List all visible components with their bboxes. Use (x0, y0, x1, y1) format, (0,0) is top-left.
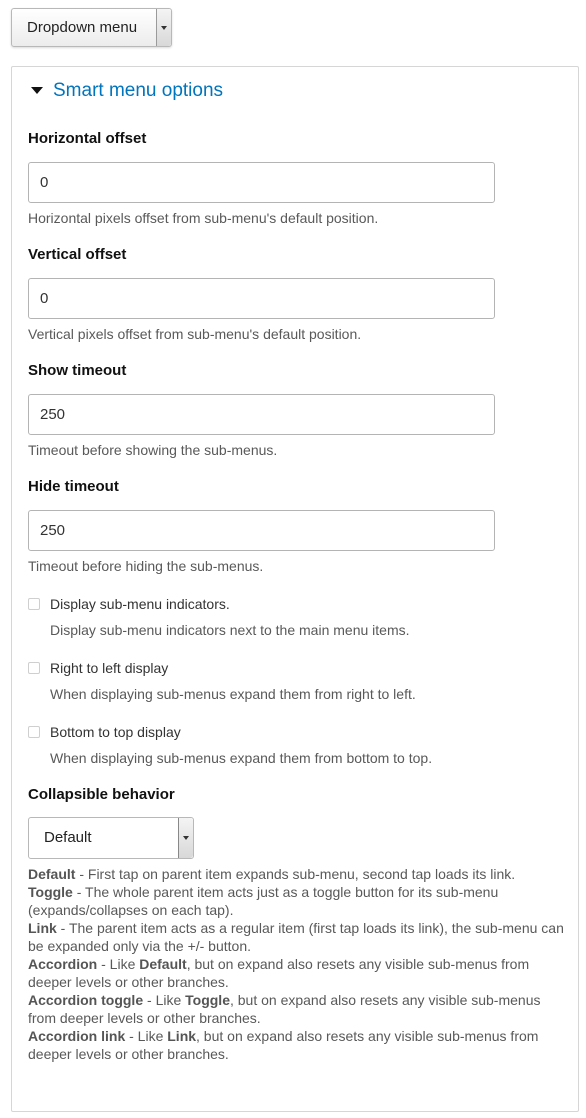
collapsible-behavior-select[interactable]: Default (28, 817, 194, 859)
bottom-to-top-label[interactable]: Bottom to top display (50, 722, 181, 742)
collapsible-behavior-help: Default - First tap on parent item expan… (28, 865, 564, 1063)
horizontal-offset-label: Horizontal offset (28, 130, 147, 147)
select-arrow (178, 818, 193, 858)
show-timeout-description: Timeout before showing the sub-menus. (28, 442, 278, 458)
fieldset-legend: Smart menu options (53, 80, 224, 101)
collapsible-behavior-label: Collapsible behavior (28, 786, 175, 803)
menu-type-select[interactable]: Dropdown menu (11, 8, 172, 47)
behavior-term: Link (28, 920, 57, 936)
behavior-term: Accordion link (28, 1028, 126, 1044)
show-timeout-label: Show timeout (28, 362, 127, 379)
behavior-term: Default (139, 956, 187, 972)
behavior-term: Toggle (28, 884, 73, 900)
behavior-term: Toggle (185, 992, 230, 1008)
right-to-left-label[interactable]: Right to left display (50, 658, 168, 678)
smart-menu-options-fieldset: Smart menu options Horizontal offset Hor… (11, 66, 579, 1112)
vertical-offset-input[interactable] (28, 278, 495, 319)
vertical-offset-description: Vertical pixels offset from sub-menu's d… (28, 326, 362, 342)
behavior-text: - The whole parent item acts just as a t… (28, 884, 499, 918)
menu-type-select-value: Dropdown menu (27, 19, 138, 36)
behavior-term: Default (28, 866, 76, 882)
chevron-down-icon (183, 836, 189, 840)
bottom-to-top-checkbox[interactable] (28, 726, 40, 738)
hide-timeout-description: Timeout before hiding the sub-menus. (28, 558, 264, 574)
behavior-explanation: Default - First tap on parent item expan… (28, 865, 564, 883)
right-to-left-checkbox[interactable] (28, 662, 40, 674)
behavior-text: - First tap on parent item expands sub-m… (75, 866, 516, 882)
right-to-left-description: When displaying sub-menus expand them fr… (50, 686, 416, 702)
display-indicators-checkbox[interactable] (28, 598, 40, 610)
bottom-to-top-description: When displaying sub-menus expand them fr… (50, 750, 433, 766)
caret-down-icon (31, 87, 43, 94)
behavior-text: - Like (125, 1028, 168, 1044)
hide-timeout-input[interactable] (28, 510, 495, 551)
show-timeout-input[interactable] (28, 394, 495, 435)
behavior-explanation: Accordion link - Like Link, but on expan… (28, 1027, 564, 1063)
hide-timeout-label: Hide timeout (28, 478, 119, 495)
vertical-offset-label: Vertical offset (28, 246, 127, 263)
behavior-term: Accordion (28, 956, 98, 972)
behavior-text: - Like (143, 992, 186, 1008)
collapsible-behavior-value: Default (44, 829, 92, 846)
behavior-explanation: Accordion toggle - Like Toggle, but on e… (28, 991, 564, 1027)
chevron-down-icon (161, 25, 167, 30)
behavior-explanation: Accordion - Like Default, but on expand … (28, 955, 564, 991)
behavior-explanation: Toggle - The whole parent item acts just… (28, 883, 564, 919)
behavior-explanation: Link - The parent item acts as a regular… (28, 919, 564, 955)
display-indicators-description: Display sub-menu indicators next to the … (50, 622, 410, 638)
display-indicators-label[interactable]: Display sub-menu indicators. (50, 594, 230, 614)
behavior-text: - The parent item acts as a regular item… (28, 920, 564, 954)
behavior-term: Link (167, 1028, 197, 1044)
behavior-text: - Like (97, 956, 140, 972)
behavior-term: Accordion toggle (28, 992, 144, 1008)
horizontal-offset-input[interactable] (28, 162, 495, 203)
select-arrow (156, 9, 171, 46)
horizontal-offset-description: Horizontal pixels offset from sub-menu's… (28, 210, 379, 226)
